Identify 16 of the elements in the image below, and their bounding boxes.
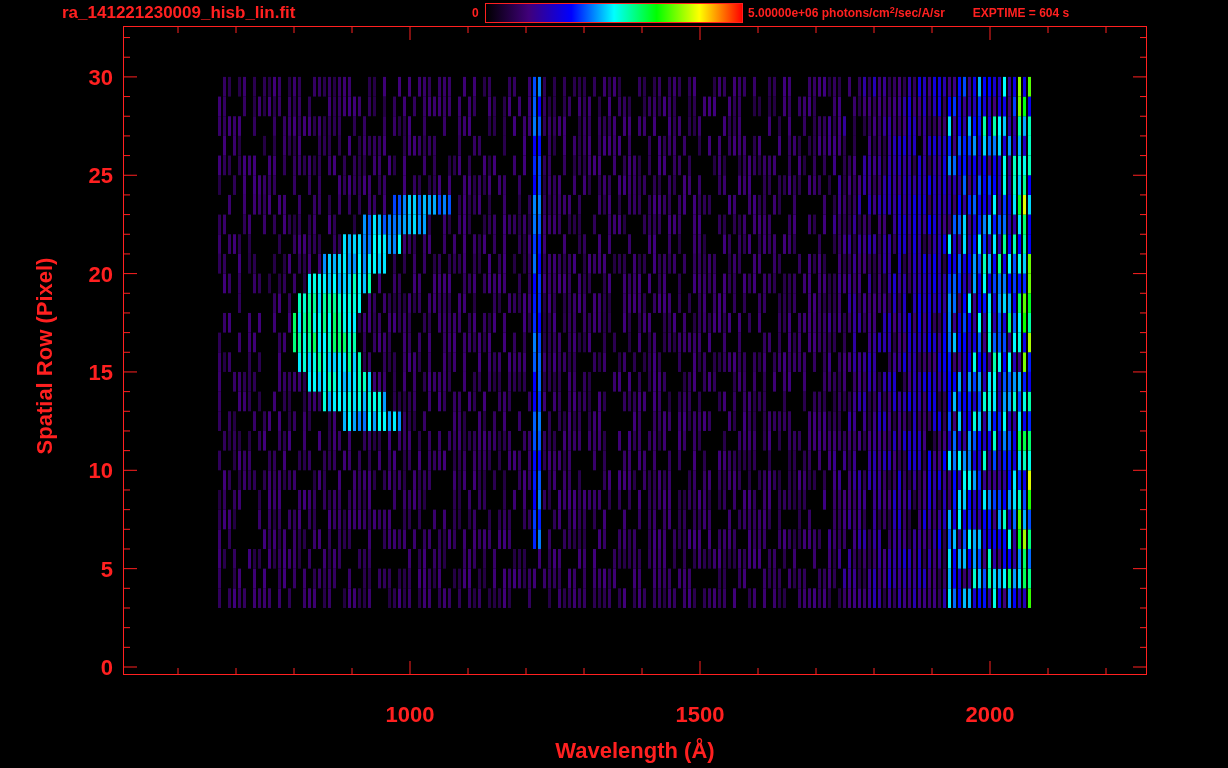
y-tick-label: 25 [88, 163, 113, 189]
y-tick-label: 5 [100, 556, 113, 582]
y-axis-label: Spatial Row (Pixel) [32, 257, 57, 455]
y-tick-label: 15 [88, 359, 113, 385]
file-title: ra_141221230009_hisb_lin.fit [62, 2, 297, 25]
y-tick-label: 30 [88, 64, 113, 90]
y-tick-label: 0 [100, 655, 113, 680]
exposure-time: EXPTIME = 604 s [972, 5, 1070, 22]
colorbar-min-label: 0 [472, 5, 480, 22]
x-axis-label: Wavelength (Å) [555, 738, 715, 763]
colorbar-max-label: 5.00000e+06 photons/cm$^{2}$/sec/A/sr [748, 4, 945, 22]
y-tick-label: 10 [88, 458, 113, 484]
x-tick-label: 2000 [965, 702, 1015, 727]
x-tick-label: 1000 [385, 702, 435, 727]
x-tick-label: 1500 [675, 702, 725, 727]
y-tick-label: 20 [88, 261, 113, 287]
